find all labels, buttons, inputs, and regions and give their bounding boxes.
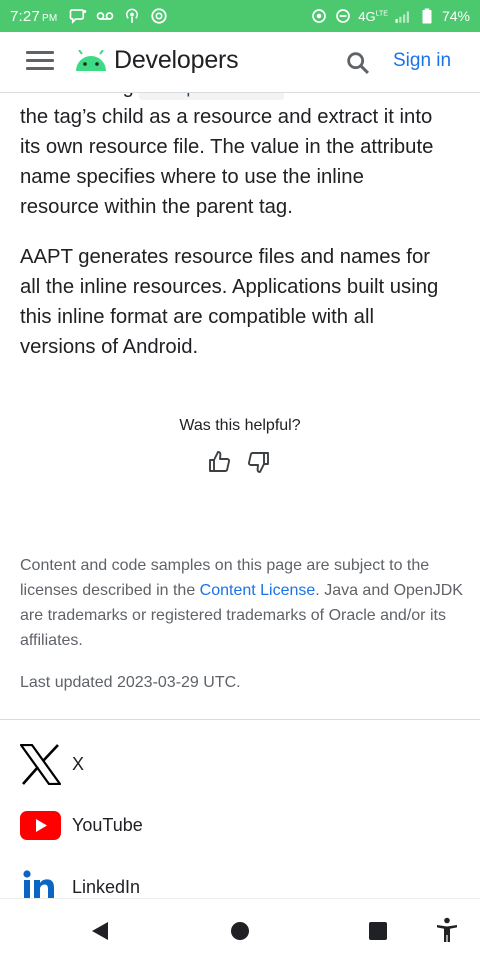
social-label: YouTube [72,815,143,835]
paragraph-1: the tag’s child as a resource and extrac… [20,102,464,222]
recents-icon[interactable] [368,921,388,941]
paragraph-line: the tag’s child as a resource and extrac… [20,106,433,128]
divider [0,719,480,720]
android-logo-icon [76,49,106,71]
paragraph-line: resource within the parent tag. [20,196,293,218]
podcast-icon [126,8,139,23]
last-updated: Last updated 2023-03-29 UTC. [20,674,241,691]
thumb-up-icon[interactable] [208,450,232,474]
search-icon[interactable] [344,49,372,77]
feedback-buttons [208,450,270,474]
chrome-icon [151,8,168,24]
top-app-bar: Developers Sign in [0,32,480,93]
social-label: X [72,754,85,774]
paragraph-line: its own resource file. The value in the … [20,136,434,158]
paragraph-line: this inline format are compatible with a… [20,306,374,328]
accessibility-icon[interactable] [435,917,459,943]
chat-notification-icon [70,9,87,24]
battery-icon [422,8,432,24]
status-bar: 7:27 PM 4GLTE 74% [0,0,480,32]
system-nav-bar [0,898,480,960]
network-type: 4GLTE [358,8,388,24]
logo-text: Developers [114,46,239,74]
youtube-logo-icon [20,811,61,840]
paragraph-2: AAPT generates resource files and names … [20,242,464,362]
status-right-icons: 4GLTE 74% [310,7,470,25]
x-logo-icon [20,744,61,785]
signal-icon [395,11,409,23]
paragraph-line: all the inline resources. Applications b… [20,276,439,298]
paragraph-line: name specifies where to use the inline [20,166,364,188]
auto-rotate-icon [312,9,327,23]
back-icon[interactable] [90,921,110,941]
social-link-youtube[interactable]: YouTube [20,811,143,840]
home-icon[interactable] [230,921,250,941]
notification-icons [69,7,168,25]
status-time: 7:27 PM [10,7,58,25]
license-text: Content and code samples on this page ar… [20,557,463,649]
voicemail-icon [97,12,114,20]
feedback-question: Was this helpful? [179,417,301,434]
social-link-x[interactable]: X [20,744,84,785]
thumb-down-icon[interactable] [246,450,270,474]
paragraph-line: versions of Android. [20,336,199,358]
sign-in-button[interactable]: Sign in [393,50,451,72]
content-license-link[interactable]: Content License [200,582,316,599]
developers-logo[interactable]: Developers [74,46,239,75]
do-not-disturb-icon [336,9,351,23]
paragraph-line: AAPT generates resource files and names … [20,246,430,268]
social-label: LinkedIn [72,876,141,897]
battery-percent: 74% [441,8,470,24]
menu-button[interactable] [26,51,54,75]
